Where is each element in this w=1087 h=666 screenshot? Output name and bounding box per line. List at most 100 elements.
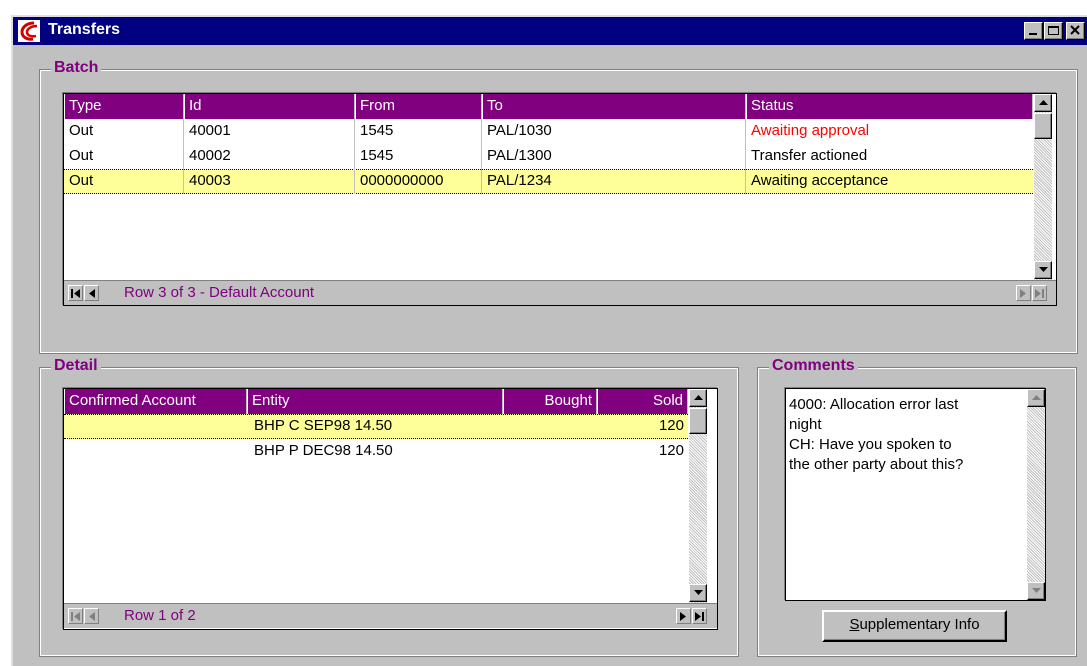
detail-col-bought[interactable]: Bought bbox=[503, 389, 597, 414]
batch-grid-header: Type Id From To Status bbox=[64, 94, 1033, 119]
comment-line: CH: Have you spoken to bbox=[789, 436, 952, 453]
minimize-icon bbox=[1029, 33, 1037, 35]
cell-to: PAL/1300 bbox=[482, 144, 746, 169]
cell-to: PAL/1030 bbox=[482, 119, 746, 144]
minimize-button[interactable] bbox=[1024, 22, 1043, 40]
batch-col-id[interactable]: Id bbox=[184, 94, 355, 119]
batch-navigator: Row 3 of 3 - Default Account bbox=[64, 280, 1056, 305]
button-label: upplementary Info bbox=[859, 616, 980, 633]
scroll-up-button[interactable] bbox=[1034, 94, 1052, 112]
app-logo-icon bbox=[18, 20, 40, 42]
scroll-down-button[interactable] bbox=[1027, 582, 1045, 600]
scroll-down-button[interactable] bbox=[689, 584, 707, 602]
first-record-icon bbox=[71, 289, 80, 298]
scroll-up-button[interactable] bbox=[689, 389, 707, 407]
cell-entity: BHP C SEP98 14.50 bbox=[254, 417, 393, 434]
arrow-down-icon bbox=[1039, 267, 1048, 272]
detail-col-sold[interactable]: Sold bbox=[597, 389, 688, 414]
previous-record-button[interactable] bbox=[84, 285, 99, 301]
batch-col-type[interactable]: Type bbox=[64, 94, 184, 119]
cell-to: PAL/1234 bbox=[482, 169, 746, 194]
close-icon bbox=[1070, 25, 1080, 35]
scroll-thumb[interactable] bbox=[1034, 113, 1052, 139]
last-record-button[interactable] bbox=[692, 608, 707, 624]
cell-type: Out bbox=[64, 119, 184, 144]
detail-navigator: Row 1 of 2 bbox=[64, 603, 717, 628]
next-record-icon bbox=[680, 612, 686, 621]
comments-group: Comments 4000: Allocation error last nig… bbox=[757, 357, 1077, 657]
cell-entity: BHP P DEC98 14.50 bbox=[254, 442, 393, 459]
arrow-up-icon bbox=[1039, 100, 1048, 105]
batch-group-label: Batch bbox=[51, 59, 102, 77]
previous-record-icon bbox=[89, 612, 95, 621]
maximize-icon bbox=[1048, 26, 1059, 35]
cell-status: Transfer actioned bbox=[751, 147, 868, 164]
cell-type: Out bbox=[64, 169, 184, 194]
arrow-down-icon bbox=[694, 590, 703, 595]
detail-col-entity[interactable]: Entity bbox=[247, 389, 503, 414]
arrow-up-icon bbox=[694, 395, 703, 400]
detail-grid-header: Confirmed Account Entity Bought Sold bbox=[64, 389, 688, 414]
batch-col-status[interactable]: Status bbox=[746, 94, 1033, 119]
cell-bought bbox=[503, 439, 597, 464]
batch-record-status: Row 3 of 3 - Default Account bbox=[124, 284, 315, 301]
arrow-up-icon bbox=[1032, 395, 1041, 400]
first-record-button[interactable] bbox=[68, 285, 83, 301]
last-record-icon bbox=[695, 612, 704, 621]
detail-record-status: Row 1 of 2 bbox=[124, 607, 196, 624]
comments-text: 4000: Allocation error last night CH: Ha… bbox=[789, 395, 1029, 475]
comments-textarea[interactable]: 4000: Allocation error last night CH: Ha… bbox=[785, 388, 1046, 601]
scroll-thumb[interactable] bbox=[689, 408, 707, 434]
detail-vertical-scrollbar[interactable] bbox=[689, 389, 707, 603]
detail-col-confirmed-account[interactable]: Confirmed Account bbox=[64, 389, 247, 414]
cell-confirmed-account bbox=[64, 439, 247, 464]
last-record-button[interactable] bbox=[1032, 285, 1047, 301]
comment-line: the other party about this? bbox=[789, 456, 964, 473]
comments-group-label: Comments bbox=[769, 357, 858, 375]
batch-row[interactable]: Out 40001 1545 PAL/1030 Awaiting approva… bbox=[64, 119, 1033, 144]
title-bar[interactable]: Transfers bbox=[13, 17, 1087, 45]
batch-col-to[interactable]: To bbox=[482, 94, 746, 119]
cell-type: Out bbox=[64, 144, 184, 169]
comments-vertical-scrollbar[interactable] bbox=[1027, 389, 1045, 600]
first-record-button[interactable] bbox=[68, 608, 83, 624]
first-record-icon bbox=[71, 612, 80, 621]
previous-record-button[interactable] bbox=[84, 608, 99, 624]
cell-confirmed-account bbox=[64, 414, 247, 439]
cell-id: 40002 bbox=[184, 144, 355, 169]
scroll-down-button[interactable] bbox=[1034, 261, 1052, 279]
cell-sold: 120 bbox=[658, 417, 684, 434]
button-accelerator: S bbox=[849, 616, 860, 633]
comment-line: night bbox=[789, 416, 822, 433]
next-record-button[interactable] bbox=[676, 608, 691, 624]
scroll-up-button[interactable] bbox=[1027, 389, 1045, 407]
detail-group: Detail Confirmed Account Entity Bought S… bbox=[39, 357, 739, 657]
batch-col-from[interactable]: From bbox=[355, 94, 482, 119]
last-record-icon bbox=[1035, 289, 1044, 298]
batch-row-selected[interactable]: Out 40003 0000000000 PAL/1234 Awaiting a… bbox=[64, 169, 1033, 194]
detail-grid[interactable]: Confirmed Account Entity Bought Sold BHP… bbox=[63, 388, 718, 630]
arrow-down-icon bbox=[1032, 588, 1041, 593]
batch-grid[interactable]: Type Id From To Status Out 40001 1545 PA… bbox=[63, 93, 1057, 306]
cell-from: 1545 bbox=[355, 144, 482, 169]
cell-from: 1545 bbox=[355, 119, 482, 144]
maximize-button[interactable] bbox=[1044, 22, 1063, 40]
detail-row-selected[interactable]: BHP C SEP98 14.50 120 bbox=[64, 414, 688, 439]
next-record-icon bbox=[1020, 289, 1026, 298]
supplementary-info-button[interactable]: Supplementary Info bbox=[822, 610, 1007, 642]
batch-vertical-scrollbar[interactable] bbox=[1034, 94, 1052, 280]
window-title: Transfers bbox=[48, 21, 121, 38]
transfers-window: Transfers Batch Type Id From To Status O… bbox=[11, 15, 1087, 666]
detail-row[interactable]: BHP P DEC98 14.50 120 bbox=[64, 439, 688, 464]
cell-from: 0000000000 bbox=[355, 169, 482, 194]
close-button[interactable] bbox=[1066, 22, 1085, 40]
cell-status: Awaiting acceptance bbox=[751, 172, 889, 189]
comment-line: 4000: Allocation error last bbox=[789, 396, 959, 413]
next-record-button[interactable] bbox=[1016, 285, 1031, 301]
batch-group: Batch Type Id From To Status Out 40001 1… bbox=[39, 59, 1078, 354]
detail-group-label: Detail bbox=[51, 357, 101, 375]
cell-sold: 120 bbox=[658, 442, 684, 459]
previous-record-icon bbox=[89, 289, 95, 298]
batch-row[interactable]: Out 40002 1545 PAL/1300 Transfer actione… bbox=[64, 144, 1033, 169]
cell-id: 40003 bbox=[184, 169, 355, 194]
